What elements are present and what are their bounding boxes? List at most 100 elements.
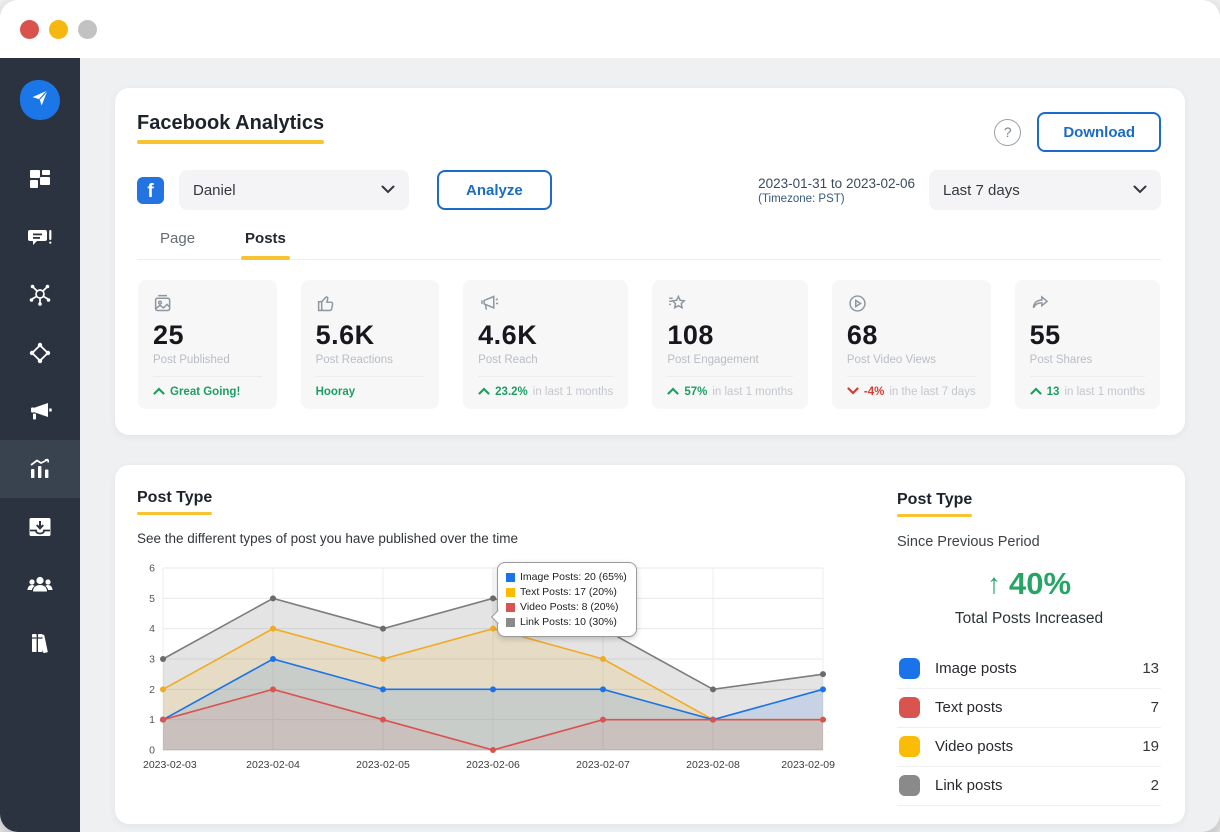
facebook-icon: f xyxy=(137,176,164,204)
svg-text:2: 2 xyxy=(149,684,155,696)
trend-up-icon xyxy=(153,386,165,398)
arrow-up-icon: ↑ xyxy=(986,568,1001,599)
area-chart-canvas[interactable]: 0 1 2 3 4 5 6 2023-02-03 2023-02-04 2023-02-05 202… xyxy=(137,558,837,776)
legend-chip xyxy=(506,618,515,627)
period-select-value: Last 7 days xyxy=(943,181,1020,199)
sidebar-item-team[interactable] xyxy=(0,556,80,614)
dashboard-icon xyxy=(27,166,53,192)
svg-text:2023-02-06: 2023-02-06 xyxy=(466,759,520,771)
page-title: Facebook Analytics xyxy=(137,112,325,144)
image-icon xyxy=(153,293,262,315)
stat-card-post-reach: 4.6K Post Reach 23.2% in last 1 months xyxy=(463,280,629,409)
stat-trend-text: 23.2% xyxy=(495,386,528,398)
sidebar-item-network[interactable] xyxy=(0,266,80,324)
legend-row-text-posts: Text posts 7 xyxy=(897,689,1161,728)
stat-trend-text: 13 xyxy=(1046,386,1060,398)
legend-row-link-posts: Link posts 2 xyxy=(897,767,1161,806)
app-logo[interactable] xyxy=(20,80,60,120)
stat-card-row: 25 Post Published Great Going! 5.6K Post… xyxy=(137,280,1161,409)
close-button[interactable] xyxy=(20,19,39,39)
play-circle-icon xyxy=(847,293,976,315)
stat-value: 68 xyxy=(846,320,878,350)
legend-value: 7 xyxy=(1150,699,1159,716)
legend-label: Link posts xyxy=(935,777,1003,794)
star-icon xyxy=(667,293,793,315)
diamond-nodes-icon xyxy=(27,340,53,366)
download-button[interactable]: Download xyxy=(1037,112,1161,152)
tooltip-item: Video Posts: 8 (20%) xyxy=(520,601,619,613)
timezone-text: (Timezone: PST) xyxy=(758,192,845,205)
books-icon xyxy=(27,630,53,656)
stat-label: Post Engagement xyxy=(667,354,759,366)
delta-value: 40% xyxy=(1008,566,1072,601)
summary-subtitle: Since Previous Period xyxy=(897,534,1040,550)
sidebar-item-analytics[interactable] xyxy=(0,440,80,498)
period-select[interactable]: Last 7 days xyxy=(929,170,1161,210)
svg-text:3: 3 xyxy=(149,654,155,666)
tooltip-item: Text Posts: 17 (20%) xyxy=(520,586,617,598)
svg-text:2023-02-05: 2023-02-05 xyxy=(356,759,410,771)
legend-chip xyxy=(899,736,920,757)
stat-card-post-video-views: 68 Post Video Views -4% in the last 7 da… xyxy=(831,280,991,409)
post-type-summary: Post Type Since Previous Period ↑ 40% To… xyxy=(861,489,1161,806)
minimize-button[interactable] xyxy=(49,19,68,39)
stat-trend-text: Great Going! xyxy=(170,386,241,398)
tooltip-item: Link Posts: 10 (30%) xyxy=(520,616,617,628)
legend-chip xyxy=(506,573,515,582)
stat-label: Post Reactions xyxy=(315,354,393,366)
post-type-legend: Image posts 13 Text posts 7 Video posts … xyxy=(897,650,1161,806)
date-range-text: 2023-01-31 to 2023-02-06 xyxy=(758,175,915,191)
sidebar xyxy=(0,58,80,832)
app-window: Facebook Analytics ? Download f Daniel A xyxy=(0,0,1220,832)
tab-page[interactable]: Page xyxy=(160,230,195,259)
maximize-button[interactable] xyxy=(78,19,97,39)
chat-edit-icon xyxy=(27,224,53,250)
sidebar-item-dashboard[interactable] xyxy=(0,150,80,208)
sidebar-item-library[interactable] xyxy=(0,614,80,672)
stat-card-post-engagement: 108 Post Engagement 57% in last 1 months xyxy=(652,280,808,409)
people-icon xyxy=(26,572,54,598)
sidebar-item-announcements[interactable] xyxy=(0,382,80,440)
legend-value: 19 xyxy=(1142,738,1159,755)
sidebar-item-inbox[interactable] xyxy=(0,498,80,556)
post-type-chart[interactable]: 0 1 2 3 4 5 6 2023-02-03 2023-02-04 2023-02-05 202… xyxy=(137,558,861,781)
tab-bar: Page Posts xyxy=(137,230,1161,260)
thumbs-up-icon xyxy=(316,293,425,315)
stat-card-post-reactions: 5.6K Post Reactions Hooray xyxy=(300,280,440,409)
stat-trend-suffix: in last 1 months xyxy=(1064,386,1145,398)
sidebar-item-automation[interactable] xyxy=(0,324,80,382)
sidebar-item-posts[interactable] xyxy=(0,208,80,266)
window-titlebar xyxy=(0,0,1220,58)
megaphone-icon xyxy=(27,398,53,424)
account-select-value: Daniel xyxy=(193,181,236,199)
legend-value: 2 xyxy=(1150,777,1159,794)
legend-chip xyxy=(899,697,920,718)
trend-down-icon xyxy=(847,386,859,398)
legend-label: Image posts xyxy=(935,660,1017,677)
legend-label: Text posts xyxy=(935,699,1003,716)
legend-chip xyxy=(899,658,920,679)
chart-title: Post Type xyxy=(137,489,213,515)
main-content: Facebook Analytics ? Download f Daniel A xyxy=(80,58,1220,832)
tab-posts[interactable]: Posts xyxy=(241,230,290,260)
stat-trend-text: Hooray xyxy=(315,386,356,398)
legend-value: 13 xyxy=(1142,660,1159,677)
analyze-button[interactable]: Analyze xyxy=(437,170,552,210)
stat-value: 108 xyxy=(667,320,714,350)
help-icon[interactable]: ? xyxy=(994,118,1022,146)
legend-chip xyxy=(506,603,515,612)
svg-text:2023-02-08: 2023-02-08 xyxy=(686,759,740,771)
svg-text:2023-02-03: 2023-02-03 xyxy=(143,759,197,771)
share-icon xyxy=(1030,293,1145,315)
account-select[interactable]: Daniel xyxy=(179,170,409,210)
legend-chip xyxy=(899,775,920,796)
stat-label: Post Published xyxy=(153,354,230,366)
chart-tooltip: Image Posts: 20 (65%) Text Posts: 17 (20… xyxy=(497,562,637,637)
stat-trend-suffix: in last 1 months xyxy=(712,386,793,398)
trend-up-icon xyxy=(478,386,490,398)
stat-value: 55 xyxy=(1029,320,1061,350)
stat-value: 25 xyxy=(153,320,185,350)
stat-trend-text: -4% xyxy=(863,386,885,398)
chevron-down-icon xyxy=(381,181,395,199)
chart-subtitle: See the different types of post you have… xyxy=(137,531,518,546)
